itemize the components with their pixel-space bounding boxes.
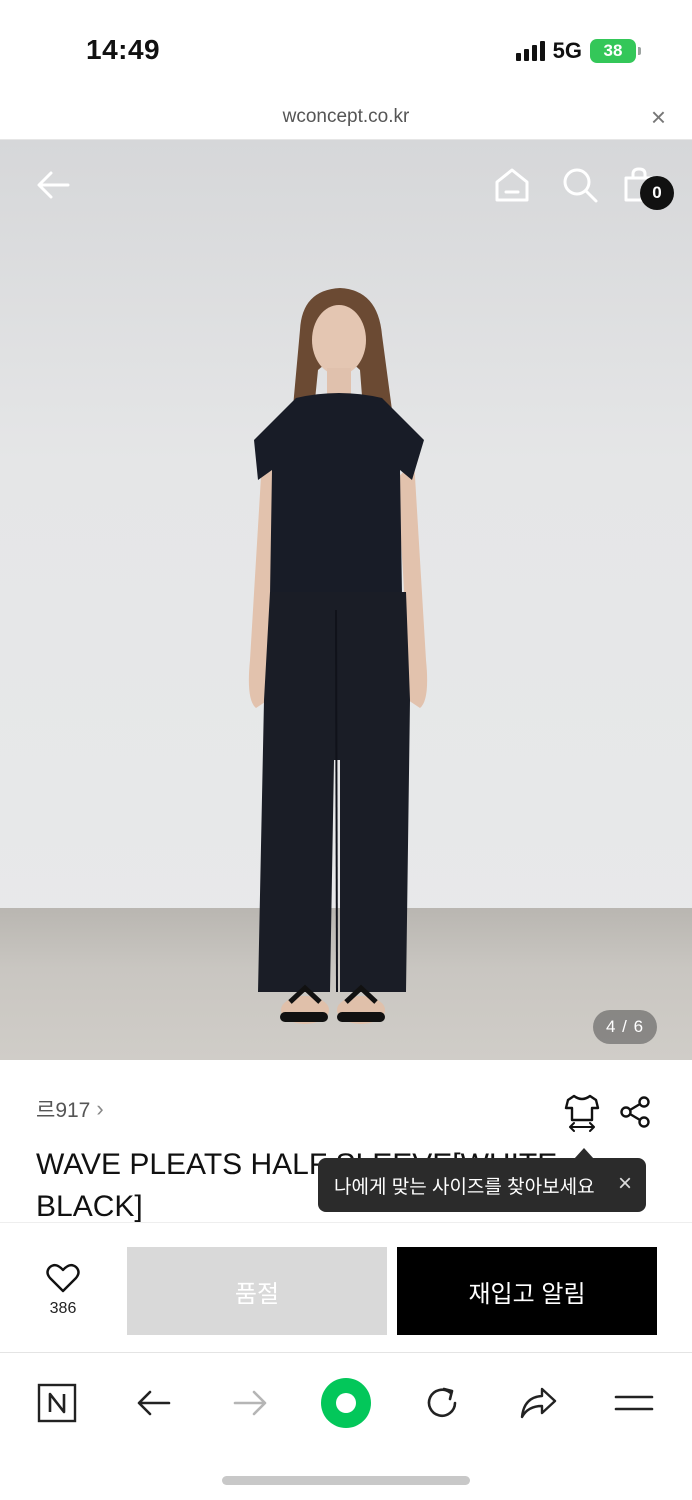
restock-alert-button[interactable]: 재입고 알림 — [397, 1247, 657, 1335]
gallery-page-counter: 4 / 6 — [593, 1010, 657, 1044]
close-icon[interactable]: × — [651, 102, 666, 132]
battery-icon: 38 — [590, 39, 641, 63]
tooltip-text: 나에게 맞는 사이즈를 찾아보세요 — [334, 1176, 595, 1198]
back-icon[interactable] — [126, 1375, 182, 1431]
like-count: 386 — [49, 1300, 77, 1317]
green-dot-icon[interactable] — [318, 1375, 374, 1431]
size-tooltip: 나에게 맞는 사이즈를 찾아보세요 × — [318, 1158, 646, 1212]
green-circle-icon — [321, 1378, 371, 1428]
search-icon[interactable] — [561, 166, 599, 204]
home-indicator — [222, 1476, 470, 1485]
naver-icon[interactable] — [29, 1375, 85, 1431]
network-label: 5G — [552, 38, 582, 63]
home-icon[interactable] — [493, 166, 531, 204]
brand-name: 르917 — [36, 1099, 91, 1122]
reload-icon[interactable] — [414, 1375, 470, 1431]
back-arrow-icon[interactable] — [34, 166, 72, 204]
model-photo — [248, 288, 428, 1024]
soldout-button: 품절 — [127, 1247, 387, 1335]
url-text[interactable]: wconcept.co.kr — [0, 106, 692, 128]
menu-icon[interactable] — [606, 1375, 662, 1431]
status-time: 14:49 — [86, 34, 161, 65]
status-bar: 14:49 5G 38 — [0, 0, 692, 96]
cart-count-badge: 0 — [640, 176, 674, 210]
like-button[interactable]: 386 — [30, 1263, 96, 1318]
heart-icon — [46, 1263, 80, 1293]
close-icon[interactable]: × — [618, 1170, 632, 1198]
product-image-gallery[interactable]: 0 4 / 6 — [0, 140, 692, 1060]
cellular-signal-icon — [515, 41, 545, 61]
purchase-action-bar: 386 품절 재입고 알림 — [0, 1222, 692, 1352]
size-guide-icon[interactable] — [562, 1092, 602, 1132]
hamburger-icon — [614, 1395, 654, 1411]
left-arrow-icon — [137, 1390, 171, 1416]
url-bar[interactable]: wconcept.co.kr × — [0, 96, 692, 140]
chevron-right-icon: › — [96, 1096, 104, 1121]
right-arrow-icon — [233, 1390, 267, 1416]
naver-logo-icon — [37, 1383, 77, 1423]
share-icon[interactable] — [510, 1375, 566, 1431]
battery-level: 38 — [603, 41, 623, 60]
forward-icon[interactable] — [222, 1375, 278, 1431]
share-arrow-icon — [520, 1387, 557, 1419]
share-icon[interactable] — [618, 1095, 652, 1129]
brand-link[interactable]: 르917 › — [36, 1094, 104, 1124]
refresh-icon — [427, 1387, 457, 1418]
status-indicators: 5G 38 — [515, 38, 641, 64]
